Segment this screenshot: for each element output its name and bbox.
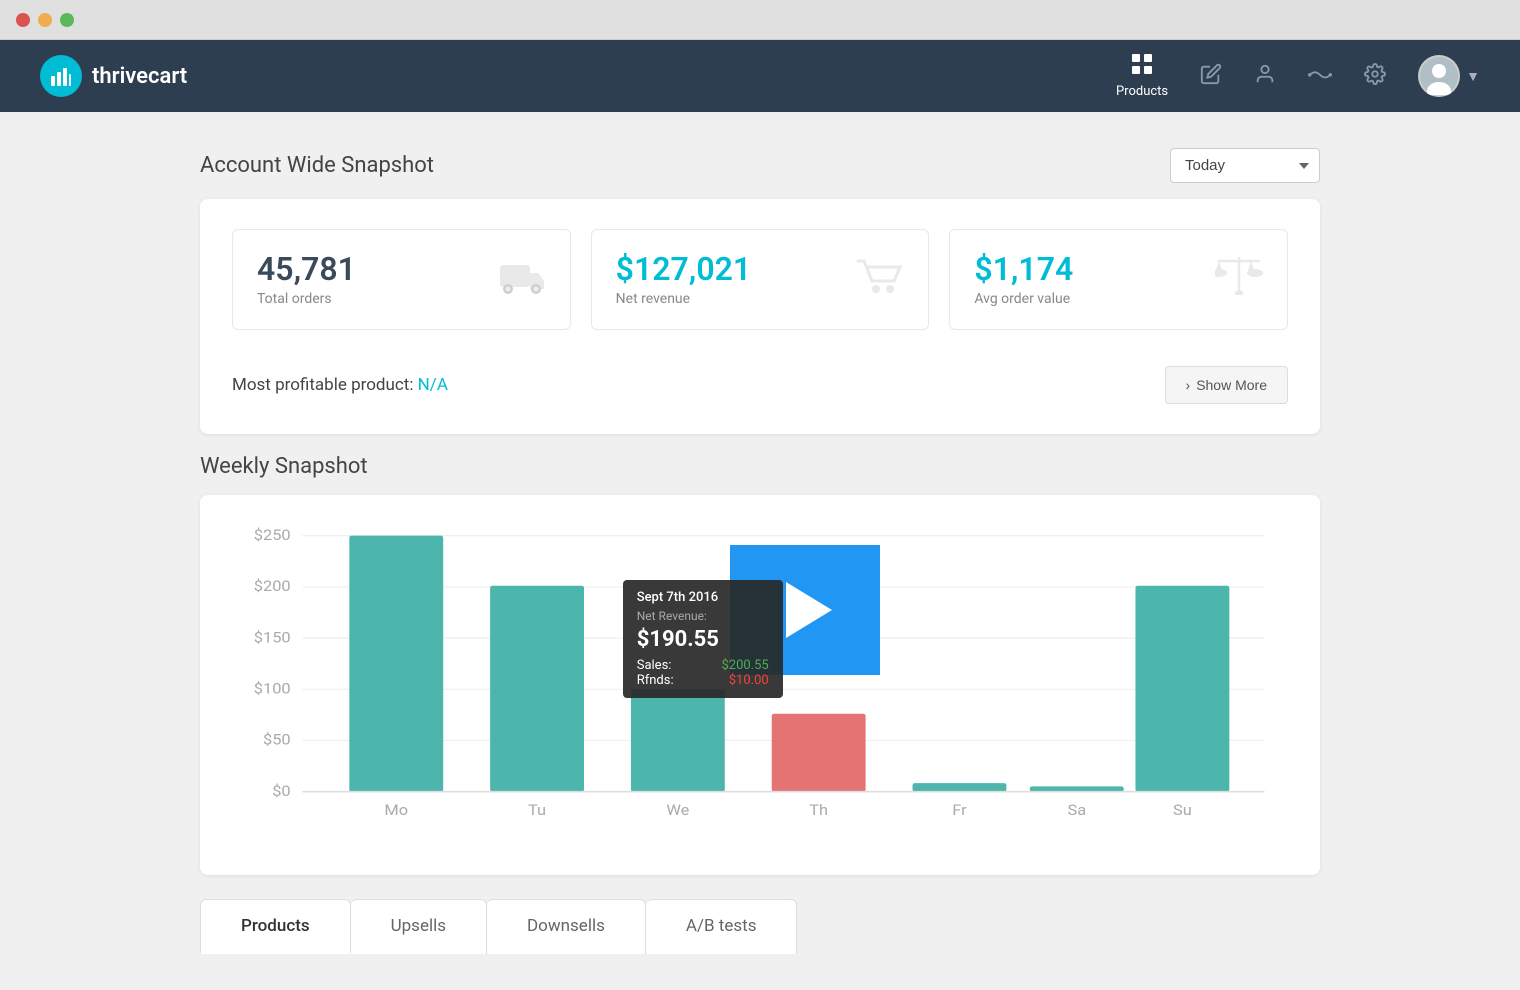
svg-text:$50: $50 (263, 731, 291, 749)
svg-text:$0: $0 (272, 782, 290, 800)
svg-text:$150: $150 (254, 628, 291, 646)
period-select[interactable]: Today Yesterday Last 7 days Last 30 days… (1170, 148, 1320, 183)
chevron-right-icon: › (1186, 377, 1191, 393)
svg-text:Su: Su (1173, 801, 1192, 819)
svg-text:We: We (666, 801, 689, 819)
tooltip-sales-label: Sales: (637, 658, 672, 673)
nav-item-settings[interactable] (1364, 63, 1386, 90)
svg-text:Fr: Fr (952, 801, 967, 819)
chart-tooltip: Sept 7th 2016 Net Revenue: $190.55 Sales… (623, 580, 783, 698)
traffic-light-yellow[interactable] (38, 13, 52, 27)
svg-text:Tu: Tu (528, 801, 546, 819)
svg-text:$100: $100 (254, 679, 291, 697)
stat-left-orders: 45,781 Total orders (257, 252, 356, 307)
tab-abtests[interactable]: A/B tests (646, 899, 798, 954)
svg-text:Sa: Sa (1067, 801, 1086, 819)
profitable-text: Most profitable product: N/A (232, 375, 448, 395)
stats-card: 45,781 Total orders $1 (200, 199, 1320, 434)
stat-value-avg: $1,174 (974, 252, 1073, 287)
svg-text:$250: $250 (254, 526, 291, 544)
stat-value-revenue: $127,021 (616, 252, 751, 287)
chart-area: Sept 7th 2016 Net Revenue: $190.55 Sales… (232, 525, 1288, 845)
stat-label-revenue: Net revenue (616, 291, 751, 307)
tooltip-sales-value: $200.55 (721, 658, 768, 673)
tooltip-net-revenue-value: $190.55 (637, 627, 769, 652)
stat-value-orders: 45,781 (257, 252, 356, 287)
svg-text:$200: $200 (254, 577, 291, 595)
weekly-title: Weekly Snapshot (200, 454, 1320, 479)
svg-text:Th: Th (809, 801, 828, 819)
brand-name: thrivecart (92, 64, 187, 89)
nav-items: Products (1116, 53, 1480, 99)
tooltip-date: Sept 7th 2016 (637, 590, 769, 605)
show-more-button[interactable]: › Show More (1165, 366, 1288, 404)
brand-logo (40, 55, 82, 97)
nav-item-products[interactable]: Products (1116, 53, 1168, 99)
stat-box-avg-order: $1,174 Avg order value (949, 229, 1288, 330)
stat-label-orders: Total orders (257, 291, 356, 307)
svg-text:Mo: Mo (384, 801, 408, 819)
nav-item-edit[interactable] (1200, 63, 1222, 90)
user-icon (1254, 63, 1276, 90)
profitable-row: Most profitable product: N/A › Show More (232, 358, 1288, 404)
stat-box-net-revenue: $127,021 Net revenue (591, 229, 930, 330)
tooltip-refunds-value: $10.00 (729, 673, 769, 688)
nav-item-avatar[interactable]: ▼ (1418, 55, 1480, 97)
snapshot-title: Account Wide Snapshot (200, 153, 434, 178)
stats-row: 45,781 Total orders $1 (232, 229, 1288, 330)
snapshot-header: Account Wide Snapshot Today Yesterday La… (200, 148, 1320, 183)
tab-downsells[interactable]: Downsells (487, 899, 646, 954)
scale-icon (1215, 253, 1263, 306)
cart-icon (856, 255, 904, 304)
tooltip-sales-row: Sales: $200.55 (637, 658, 769, 673)
tooltip-net-revenue-label: Net Revenue: (637, 609, 769, 623)
truck-icon (498, 255, 546, 304)
user-avatar (1418, 55, 1460, 97)
brand[interactable]: thrivecart (40, 55, 187, 97)
affiliates-icon (1308, 63, 1332, 90)
stat-left-avg: $1,174 Avg order value (974, 252, 1073, 307)
nav-item-affiliates[interactable] (1308, 63, 1332, 90)
settings-icon (1364, 63, 1386, 90)
products-grid-icon (1131, 53, 1153, 80)
play-icon (786, 582, 832, 638)
chart-card: Sept 7th 2016 Net Revenue: $190.55 Sales… (200, 495, 1320, 875)
stat-left-revenue: $127,021 Net revenue (616, 252, 751, 307)
profitable-value-link[interactable]: N/A (418, 375, 448, 395)
navbar: thrivecart Products (0, 40, 1520, 112)
edit-icon (1200, 63, 1222, 90)
stat-box-total-orders: 45,781 Total orders (232, 229, 571, 330)
browser-chrome (0, 0, 1520, 40)
stat-label-avg: Avg order value (974, 291, 1073, 307)
tab-upsells[interactable]: Upsells (351, 899, 487, 954)
tab-products[interactable]: Products (200, 899, 351, 954)
tooltip-refunds-row: Rfnds: $10.00 (637, 673, 769, 688)
weekly-section: Weekly Snapshot Sept 7th 2016 Net Revenu… (200, 454, 1320, 875)
traffic-light-red[interactable] (16, 13, 30, 27)
nav-item-users[interactable] (1254, 63, 1276, 90)
tooltip-refunds-label: Rfnds: (637, 673, 674, 688)
bottom-tabs: Products Upsells Downsells A/B tests (200, 899, 1320, 954)
nav-label-products: Products (1116, 84, 1168, 99)
main-content: Account Wide Snapshot Today Yesterday La… (0, 112, 1520, 990)
avatar-dropdown-icon: ▼ (1466, 68, 1480, 85)
traffic-light-green[interactable] (60, 13, 74, 27)
